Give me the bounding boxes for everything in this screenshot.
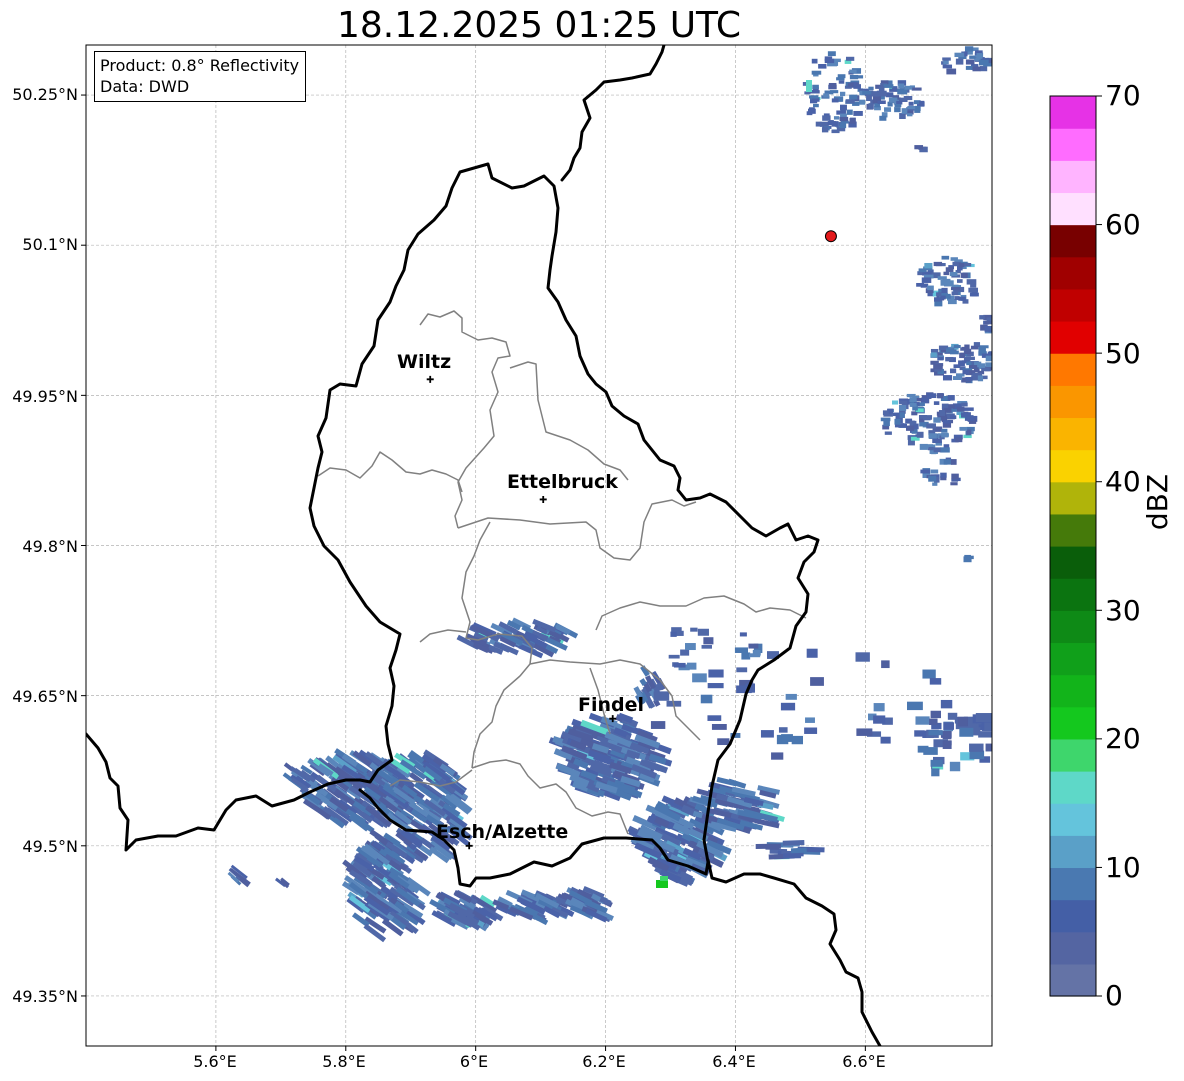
lat-tick: 50.1°N xyxy=(22,235,78,254)
colorbar-segment xyxy=(1050,513,1096,547)
lon-tick: 5.6°E xyxy=(193,1052,237,1071)
colorbar-segment xyxy=(1050,128,1096,161)
colorbar-segment xyxy=(1050,192,1096,226)
colorbar-segment xyxy=(1050,803,1096,836)
colorbar-tick: 0 xyxy=(1105,979,1123,1012)
colorbar-tick: 10 xyxy=(1105,851,1141,884)
colorbar-segment xyxy=(1050,546,1096,579)
colorbar-segment xyxy=(1050,738,1096,772)
colorbar-segment xyxy=(1050,899,1096,933)
colorbar-segment xyxy=(1050,642,1096,676)
colorbar-tick: 40 xyxy=(1105,465,1141,498)
colorbar-segment xyxy=(1050,610,1096,644)
reflectivity-echoes xyxy=(227,46,992,943)
city-label-esch: Esch/Alzette xyxy=(436,821,569,843)
colorbar-segment xyxy=(1050,449,1096,483)
colorbar-tick: 70 xyxy=(1105,79,1141,112)
colorbar-tick: 60 xyxy=(1105,208,1141,241)
colorbar-segment xyxy=(1050,578,1096,611)
colorbar-segment xyxy=(1050,353,1096,386)
colorbar-segment xyxy=(1050,963,1096,997)
colorbar-segment xyxy=(1050,224,1096,258)
city-label-wiltz: Wiltz xyxy=(397,351,452,373)
lat-tick: 49.5°N xyxy=(22,837,78,856)
colorbar-label: dBZ xyxy=(1141,473,1174,531)
lon-tick: 6.2°E xyxy=(582,1052,626,1071)
city-marker xyxy=(426,375,434,383)
colorbar-tick: 20 xyxy=(1105,722,1141,755)
city-label-ettelbruck: Ettelbruck xyxy=(507,471,618,493)
lat-tick: 49.35°N xyxy=(12,987,78,1006)
colorbar-segment xyxy=(1050,256,1096,290)
lat-tick: 49.8°N xyxy=(22,537,78,556)
colorbar-tick: 50 xyxy=(1105,337,1141,370)
colorbar-segment xyxy=(1050,771,1096,804)
product-info-box: Product: 0.8° Reflectivity Data: DWD xyxy=(94,51,307,102)
lat-tick: 49.65°N xyxy=(12,687,78,706)
city-label-findel: Findel xyxy=(578,694,645,716)
lon-tick: 6°E xyxy=(459,1052,489,1071)
city-marker xyxy=(539,495,547,503)
radar-map xyxy=(81,44,1102,1051)
data-source-label: Data: DWD xyxy=(100,77,190,96)
lon-tick: 6.6°E xyxy=(842,1052,886,1071)
colorbar-segment xyxy=(1050,288,1096,322)
lon-tick: 5.8°E xyxy=(322,1052,366,1071)
colorbar-segment xyxy=(1050,417,1096,451)
colorbar-tick: 30 xyxy=(1105,594,1141,627)
colorbar-segment xyxy=(1050,96,1096,129)
lat-tick: 50.25°N xyxy=(12,85,78,104)
colorbar-segment xyxy=(1050,321,1096,354)
colorbar-segment xyxy=(1050,674,1096,708)
colorbar-segment xyxy=(1050,867,1096,901)
colorbar-segment xyxy=(1050,706,1096,740)
lon-tick: 6.4°E xyxy=(712,1052,756,1071)
colorbar-segment xyxy=(1050,931,1096,965)
location-marker xyxy=(824,230,837,243)
colorbar xyxy=(1049,95,1102,997)
colorbar-segment xyxy=(1050,835,1096,869)
product-label: Product: 0.8° Reflectivity xyxy=(100,56,300,75)
colorbar-segment xyxy=(1050,385,1096,419)
colorbar-segment xyxy=(1050,160,1096,194)
lat-tick: 49.95°N xyxy=(12,387,78,406)
colorbar-segment xyxy=(1050,481,1096,515)
